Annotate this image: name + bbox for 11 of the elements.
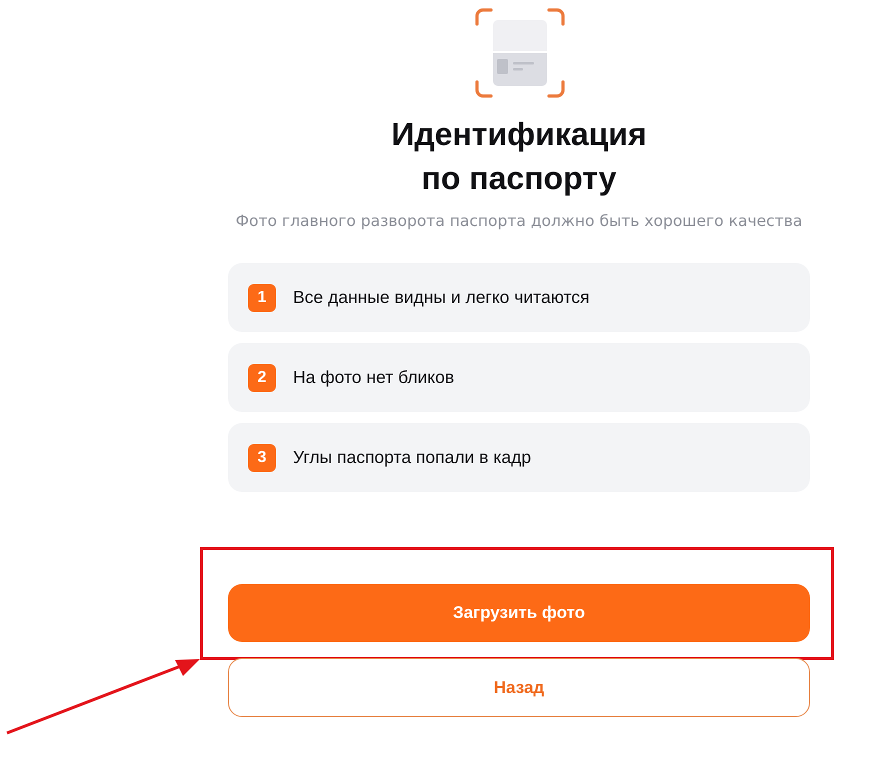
upload-photo-button[interactable]: Загрузить фото (228, 584, 810, 642)
subtitle: Фото главного разворота паспорта должно быть хорошего качества (236, 212, 802, 230)
back-button[interactable]: Назад (228, 658, 810, 717)
passport-scan-icon (474, 8, 564, 98)
requirement-text: Все данные видны и легко читаются (293, 287, 590, 308)
step-number-badge: 3 (248, 444, 276, 472)
page-title: Идентификация по паспорту (391, 115, 647, 198)
step-number-badge: 2 (248, 364, 276, 392)
requirement-text: На фото нет бликов (293, 367, 454, 388)
requirement-text: Углы паспорта попали в кадр (293, 447, 532, 468)
step-number-badge: 1 (248, 284, 276, 312)
